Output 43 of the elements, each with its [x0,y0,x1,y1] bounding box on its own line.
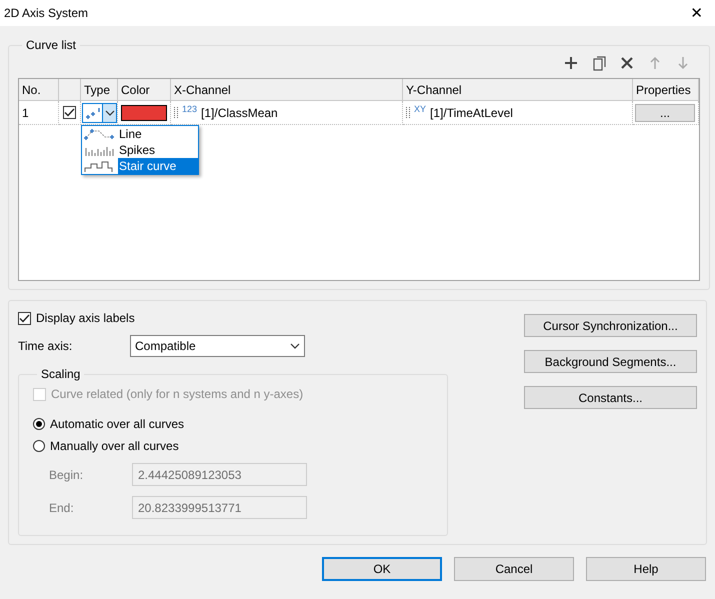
column-header: Color [118,79,171,101]
dialog-button[interactable]: Background Segments... [524,350,697,373]
checkbox-label: Curve related (only for n systems and n y-axes) [51,387,304,401]
field-label: Time axis: [18,339,74,353]
column-header: X-Channel [171,79,403,101]
radio-button[interactable] [33,440,45,452]
column-header [59,79,81,101]
channel-icon [174,106,178,118]
field-label: Begin: [49,468,84,482]
checkbox[interactable] [63,106,76,119]
field-label: End: [49,500,75,514]
channel-icon [406,106,410,118]
dialog-button[interactable]: Cursor Synchronization... [524,314,697,337]
radio-label: Manually over all curves [50,439,179,453]
table-cell: 1 [22,106,29,120]
checkbox-label: Display axis labels [36,311,135,325]
column-header: No. [19,79,59,101]
group-title: Curve list [25,38,78,52]
color-swatch[interactable] [121,104,167,120]
column-header: Properties [633,79,699,101]
type-dropdown[interactable] [82,102,117,122]
channel-tag: XY [414,104,426,114]
channel-tag: 123 [182,104,198,114]
checkbox[interactable] [18,312,31,324]
time-axis-dropdown[interactable]: Compatible [130,335,305,357]
dialog-button[interactable]: Cancel [454,557,574,581]
table-cell: [1]/ClassMean [201,106,278,120]
radio-label: Automatic over all curves [50,417,184,431]
group-title: Scaling [40,367,82,381]
dialog-button[interactable]: Constants... [524,386,697,409]
radio-button[interactable] [33,418,45,430]
window-title: 2D Axis System [4,6,88,20]
chevron-icon [102,104,116,122]
dropdown-option[interactable]: Line [118,127,142,141]
dropdown-option[interactable]: Spikes [118,143,156,157]
dialog-button[interactable]: Help [586,557,706,581]
dialog-button[interactable]: OK [322,557,442,581]
properties-button[interactable]: ... [635,104,695,122]
column-header: Type [81,79,118,101]
column-header: Y-Channel [403,79,633,101]
chevron-icon [290,343,300,349]
close-button[interactable]: ✕ [684,4,709,22]
table-cell: [1]/TimeAtLevel [430,106,513,120]
